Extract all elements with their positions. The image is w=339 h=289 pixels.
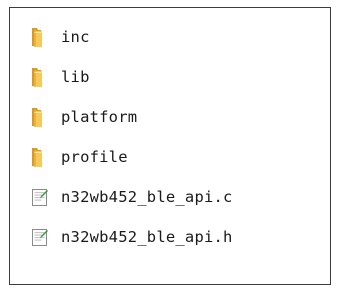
folder-name: platform	[61, 108, 138, 126]
file-name: n32wb452_ble_api.c	[61, 188, 233, 206]
folder-icon	[28, 65, 52, 89]
file-name: n32wb452_ble_api.h	[61, 228, 233, 246]
text-file-icon	[28, 185, 52, 209]
folder-icon	[28, 105, 52, 129]
folder-icon	[28, 25, 52, 49]
folder-item-lib[interactable]: lib	[28, 62, 90, 92]
file-item-h[interactable]: n32wb452_ble_api.h	[28, 222, 233, 252]
folder-item-profile[interactable]: profile	[28, 142, 128, 172]
folder-name: inc	[61, 28, 90, 46]
folder-icon	[28, 145, 52, 169]
file-list-panel: inc lib platform profile n32wb452_ble_ap…	[9, 7, 331, 285]
folder-name: profile	[61, 148, 128, 166]
file-item-c[interactable]: n32wb452_ble_api.c	[28, 182, 233, 212]
folder-item-platform[interactable]: platform	[28, 102, 137, 132]
text-file-icon	[28, 225, 52, 249]
folder-item-inc[interactable]: inc	[28, 22, 90, 52]
folder-name: lib	[61, 68, 90, 86]
